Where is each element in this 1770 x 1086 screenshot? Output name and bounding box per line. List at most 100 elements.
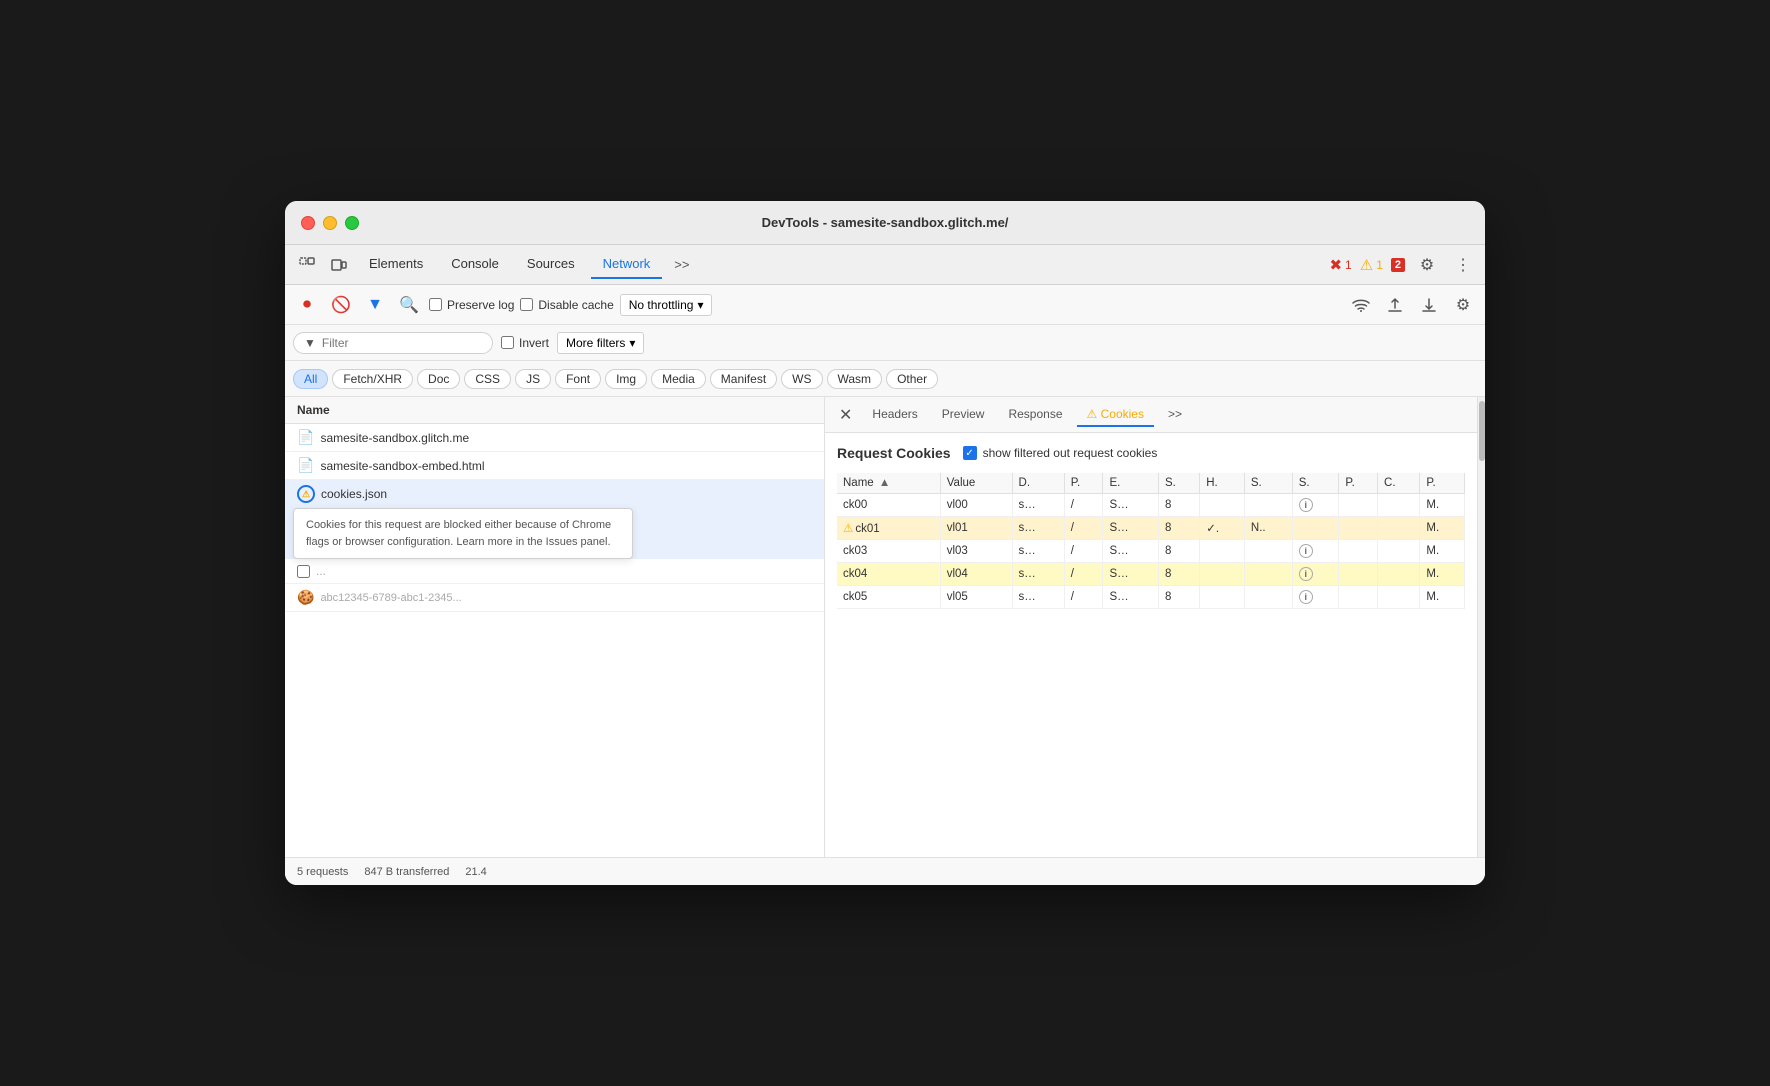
info-icon-ck04[interactable]: i: [1299, 567, 1313, 581]
info-icon-ck00[interactable]: i: [1299, 498, 1313, 512]
close-detail-button[interactable]: ✕: [833, 405, 858, 425]
ck01-s3: [1292, 517, 1339, 540]
cookie-row-ck00[interactable]: ck00 vl00 s… / S… 8 i: [837, 494, 1465, 517]
close-window-button[interactable]: [301, 216, 315, 230]
wifi-icon[interactable]: [1347, 291, 1375, 319]
tab-headers[interactable]: Headers: [862, 403, 927, 427]
more-options-icon[interactable]: ⋮: [1449, 251, 1477, 279]
show-filtered-checkbox[interactable]: ✓: [963, 446, 977, 460]
filter-chip-img[interactable]: Img: [605, 369, 647, 389]
col-s2[interactable]: S.: [1244, 473, 1292, 494]
tab-elements[interactable]: Elements: [357, 250, 435, 279]
request-item-4-checkbox[interactable]: [297, 565, 310, 578]
ck03-name: ck03: [837, 540, 940, 563]
ck01-p2: [1339, 517, 1378, 540]
col-s[interactable]: S.: [1159, 473, 1200, 494]
search-button[interactable]: 🔍: [395, 291, 423, 319]
request-item-4[interactable]: ...: [285, 559, 824, 584]
ck01-s: 8: [1159, 517, 1200, 540]
tab-cookies[interactable]: ⚠ Cookies: [1077, 403, 1154, 427]
tab-console[interactable]: Console: [439, 250, 511, 279]
ck03-s2: [1244, 540, 1292, 563]
detail-panel: ✕ Headers Preview Response ⚠ Cookies >> …: [825, 397, 1477, 857]
col-d[interactable]: D.: [1012, 473, 1064, 494]
ck00-p: /: [1064, 494, 1103, 517]
cookie-row-ck05[interactable]: ck05 vl05 s… / S… 8 i: [837, 586, 1465, 609]
request-name-1: samesite-sandbox.glitch.me: [320, 431, 812, 445]
col-p[interactable]: P.: [1064, 473, 1103, 494]
col-s3[interactable]: S.: [1292, 473, 1339, 494]
cookies-table: Name ▲ Value D. P. E. S. H. S. S. P. C.: [837, 473, 1465, 609]
download-icon[interactable]: [1415, 291, 1443, 319]
inspect-icon[interactable]: [293, 251, 321, 279]
stop-recording-button[interactable]: ⏺: [293, 291, 321, 319]
tab-sources[interactable]: Sources: [515, 250, 587, 279]
request-item-5[interactable]: 🍪 abc12345-6789-abc1-2345...: [285, 584, 824, 612]
ck00-c: [1378, 494, 1420, 517]
status-bar: 5 requests 847 B transferred 21.4: [285, 857, 1485, 885]
disable-cache-label[interactable]: Disable cache: [520, 298, 613, 312]
preserve-log-checkbox[interactable]: [429, 298, 442, 311]
filter-chip-media[interactable]: Media: [651, 369, 706, 389]
filter-chip-other[interactable]: Other: [886, 369, 938, 389]
col-p2[interactable]: P.: [1339, 473, 1378, 494]
network-settings-icon[interactable]: ⚙: [1449, 291, 1477, 319]
col-e[interactable]: E.: [1103, 473, 1159, 494]
show-filtered-label[interactable]: ✓ show filtered out request cookies: [963, 446, 1158, 460]
right-scrollbar[interactable]: [1477, 397, 1485, 857]
throttle-label: No throttling: [629, 298, 694, 312]
request-list-header: Name: [285, 397, 824, 424]
col-value[interactable]: Value: [940, 473, 1012, 494]
devtools-window: DevTools - samesite-sandbox.glitch.me/ E…: [285, 201, 1485, 885]
devtools-panel: Elements Console Sources Network >> ✖ 1 …: [285, 245, 1485, 885]
more-filters-button[interactable]: More filters ▾: [557, 332, 644, 354]
filter-input-container: ▼: [293, 332, 493, 354]
request-name-2: samesite-sandbox-embed.html: [320, 459, 812, 473]
minimize-window-button[interactable]: [323, 216, 337, 230]
col-name[interactable]: Name ▲: [837, 473, 940, 494]
doc-icon-2: 📄: [297, 457, 314, 474]
filter-chip-fetch/xhr[interactable]: Fetch/XHR: [332, 369, 413, 389]
invert-label[interactable]: Invert: [501, 336, 549, 350]
tab-network[interactable]: Network: [591, 250, 663, 279]
filter-chip-manifest[interactable]: Manifest: [710, 369, 777, 389]
cookie-row-ck01[interactable]: ⚠ck01 vl01 s… / S… 8 ✓. N..: [837, 517, 1465, 540]
tab-response[interactable]: Response: [998, 403, 1072, 427]
info-icon-ck05[interactable]: i: [1299, 590, 1313, 604]
filter-input[interactable]: [322, 336, 462, 350]
disable-cache-checkbox[interactable]: [520, 298, 533, 311]
filter-chip-all[interactable]: All: [293, 369, 328, 389]
request-item-3[interactable]: ⚠ cookies.json: [285, 480, 824, 508]
cookie-row-ck03[interactable]: ck03 vl03 s… / S… 8 i: [837, 540, 1465, 563]
window-title: DevTools - samesite-sandbox.glitch.me/: [762, 215, 1009, 230]
ck04-c: [1378, 563, 1420, 586]
info-icon-ck03[interactable]: i: [1299, 544, 1313, 558]
request-item-2[interactable]: 📄 samesite-sandbox-embed.html: [285, 452, 824, 480]
invert-checkbox[interactable]: [501, 336, 514, 349]
filter-chip-wasm[interactable]: Wasm: [827, 369, 883, 389]
ck05-d: s…: [1012, 586, 1064, 609]
maximize-window-button[interactable]: [345, 216, 359, 230]
filter-chip-font[interactable]: Font: [555, 369, 601, 389]
filter-toggle-button[interactable]: ▼: [361, 291, 389, 319]
clear-button[interactable]: 🚫: [327, 291, 355, 319]
cookie-row-ck04[interactable]: ck04 vl04 s… / S… 8 i: [837, 563, 1465, 586]
ck05-c: [1378, 586, 1420, 609]
tab-more-button[interactable]: >>: [666, 253, 697, 276]
issues-badge: 2: [1391, 258, 1405, 272]
filter-chip-ws[interactable]: WS: [781, 369, 822, 389]
device-icon[interactable]: [325, 251, 353, 279]
filter-chip-doc[interactable]: Doc: [417, 369, 460, 389]
upload-icon[interactable]: [1381, 291, 1409, 319]
col-h[interactable]: H.: [1200, 473, 1245, 494]
tab-preview[interactable]: Preview: [932, 403, 995, 427]
throttle-select[interactable]: No throttling ▾: [620, 294, 713, 316]
col-c[interactable]: C.: [1378, 473, 1420, 494]
request-item-1[interactable]: 📄 samesite-sandbox.glitch.me: [285, 424, 824, 452]
preserve-log-label[interactable]: Preserve log: [429, 298, 514, 312]
col-p3[interactable]: P.: [1420, 473, 1465, 494]
filter-chip-js[interactable]: JS: [515, 369, 551, 389]
filter-chip-css[interactable]: CSS: [464, 369, 511, 389]
tab-detail-more[interactable]: >>: [1158, 403, 1192, 427]
settings-icon[interactable]: ⚙: [1413, 251, 1441, 279]
